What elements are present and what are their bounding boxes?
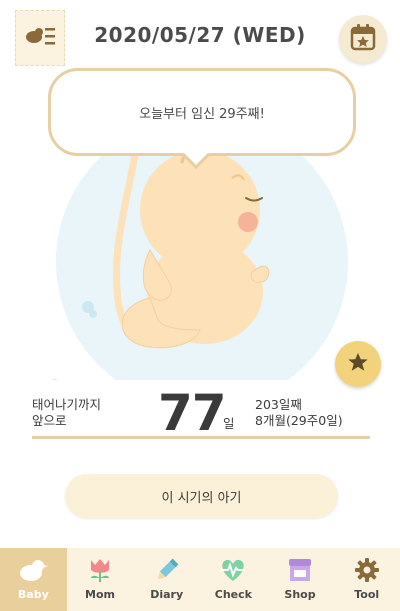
tab-mom[interactable]: Mom — [67, 548, 134, 611]
speech-bubble-tail — [183, 153, 209, 169]
gear-icon — [352, 555, 382, 585]
heart-pulse-icon — [218, 555, 248, 585]
tab-label: Check — [214, 588, 252, 601]
bird-icon — [18, 555, 49, 585]
divider — [32, 436, 370, 439]
tulip-icon — [85, 555, 115, 585]
days-remaining-count: 77 — [158, 384, 227, 442]
tab-check[interactable]: Check — [200, 548, 267, 611]
tab-label: Shop — [284, 588, 316, 601]
pregnancy-day-count: 203일째 — [255, 397, 302, 412]
tab-label: Diary — [150, 588, 184, 601]
pregnancy-progress-info: 203일째 8개월(29주0일) — [255, 397, 343, 429]
speech-bubble-text: 오늘부터 임신 29주째! — [139, 106, 265, 122]
pregnancy-month-week: 8개월(29주0일) — [255, 413, 343, 428]
tab-tool[interactable]: Tool — [333, 548, 400, 611]
shop-icon — [285, 555, 315, 585]
star-icon — [347, 351, 369, 377]
tab-label: Mom — [85, 588, 115, 601]
days-unit-label: 일 — [223, 416, 235, 431]
days-until-label-line2: 앞으로 — [32, 413, 67, 428]
days-until-birth-label: 태어나기까지 앞으로 — [32, 397, 101, 429]
baby-fetus-illustration — [52, 116, 348, 380]
tab-label: Baby — [17, 588, 49, 601]
days-until-label-line1: 태어나기까지 — [32, 397, 102, 412]
favorite-button[interactable] — [335, 341, 381, 387]
tab-baby[interactable]: Baby — [0, 548, 67, 611]
speech-bubble: 오늘부터 임신 29주째! — [48, 68, 356, 156]
bottom-tab-bar: Baby Mom Diary Check Shop Tool — [0, 548, 400, 611]
tab-shop[interactable]: Shop — [267, 548, 334, 611]
tab-label: Tool — [354, 588, 380, 601]
tab-diary[interactable]: Diary — [133, 548, 200, 611]
pencil-icon — [152, 555, 182, 585]
baby-this-period-button[interactable]: 이 시기의 아기 — [65, 474, 338, 518]
